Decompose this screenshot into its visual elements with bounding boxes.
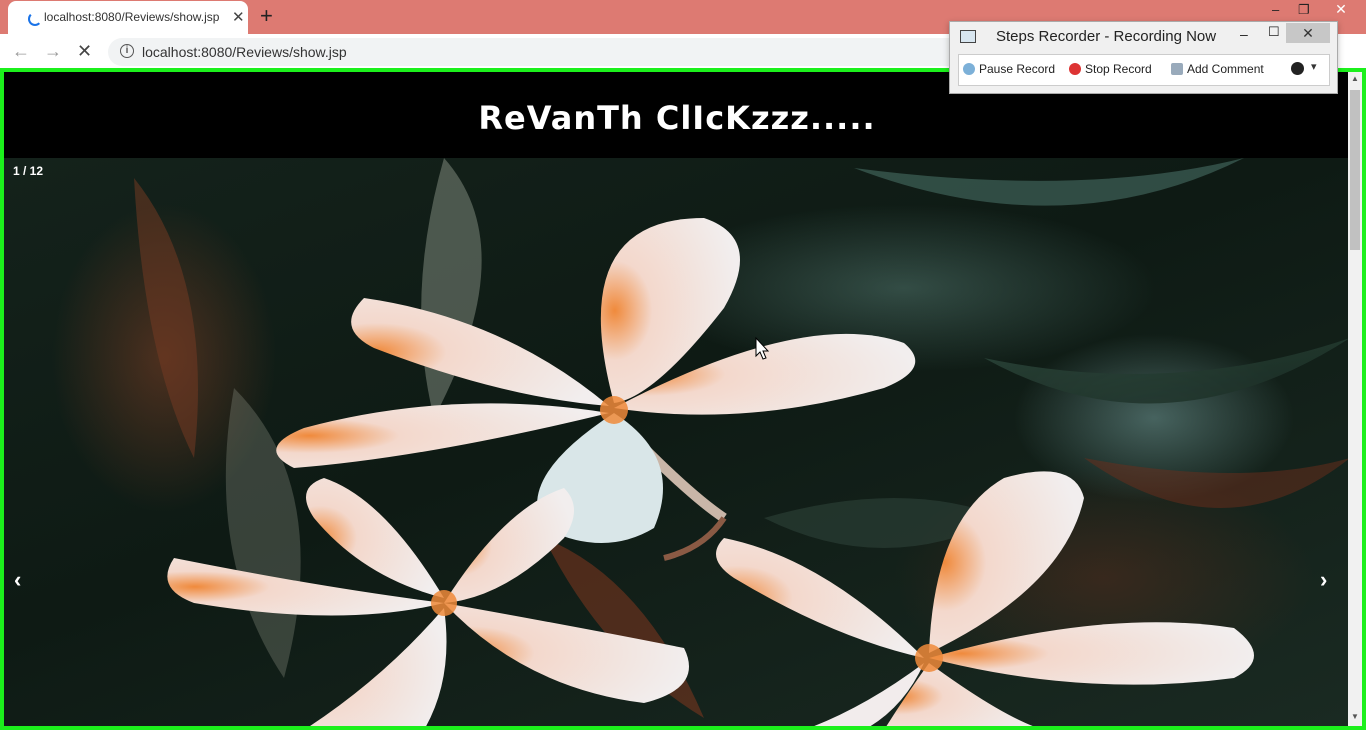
recorder-maximize-button[interactable]: ☐ — [1268, 24, 1280, 40]
stop-icon — [1069, 63, 1081, 75]
loading-spinner-icon — [28, 12, 42, 26]
scroll-down-icon[interactable]: ▼ — [1351, 712, 1359, 721]
steps-recorder-app-icon — [960, 30, 976, 43]
recorder-close-button[interactable]: ✕ — [1286, 23, 1330, 43]
recorder-toolbar: Pause Record Stop Record Add Comment ▾ — [958, 54, 1330, 86]
prev-slide-arrow-icon[interactable]: ‹ — [14, 567, 21, 593]
scroll-up-icon[interactable]: ▲ — [1351, 74, 1359, 83]
steps-recorder-window: Steps Recorder - Recording Now – ☐ ✕ Pau… — [949, 21, 1338, 94]
address-bar[interactable]: i localhost:8080/Reviews/show.jsp — [108, 38, 968, 66]
stop-loading-icon[interactable]: ✕ — [77, 41, 92, 62]
new-tab-button[interactable]: + — [260, 3, 273, 29]
pause-icon — [963, 63, 975, 75]
pause-record-label: Pause Record — [979, 62, 1056, 76]
stop-record-label: Stop Record — [1085, 62, 1152, 76]
next-slide-arrow-icon[interactable]: › — [1320, 567, 1327, 593]
recorder-minimize-button[interactable]: – — [1240, 26, 1248, 42]
pause-record-button[interactable]: Pause Record — [963, 62, 1055, 76]
back-arrow-icon[interactable]: ← — [12, 41, 30, 62]
window-minimize-button[interactable]: – — [1272, 2, 1279, 17]
web-page-viewport: ReVanTh ClIcKzzz..... 1 / 12 ‹ › ▲ ▼ — [0, 68, 1366, 730]
more-options-chevron-icon[interactable]: ▾ — [1311, 60, 1317, 73]
recorder-title: Steps Recorder - Recording Now — [996, 28, 1217, 45]
site-info-icon[interactable]: i — [120, 44, 134, 58]
help-icon[interactable] — [1291, 62, 1304, 75]
tab-title: localhost:8080/Reviews/show.jsp — [44, 10, 220, 24]
vertical-scrollbar[interactable]: ▲ ▼ — [1348, 72, 1362, 726]
tab-close-icon[interactable]: ✕ — [232, 8, 245, 26]
stop-record-button[interactable]: Stop Record — [1069, 62, 1152, 76]
add-comment-label: Add Comment — [1187, 62, 1264, 76]
browser-tab[interactable]: localhost:8080/Reviews/show.jsp ✕ — [8, 1, 248, 34]
add-comment-button[interactable]: Add Comment — [1171, 62, 1264, 76]
window-restore-button[interactable]: ❐ — [1298, 2, 1310, 18]
forward-arrow-icon[interactable]: → — [44, 41, 62, 62]
slideshow-image — [4, 158, 1350, 726]
slide-counter: 1 / 12 — [13, 164, 44, 178]
url-text[interactable]: localhost:8080/Reviews/show.jsp — [142, 44, 347, 60]
window-close-button[interactable]: ✕ — [1316, 1, 1366, 19]
flower-top — [276, 218, 916, 543]
flower-photo — [134, 158, 1350, 726]
scroll-thumb[interactable] — [1350, 90, 1360, 250]
comment-icon — [1171, 63, 1183, 75]
